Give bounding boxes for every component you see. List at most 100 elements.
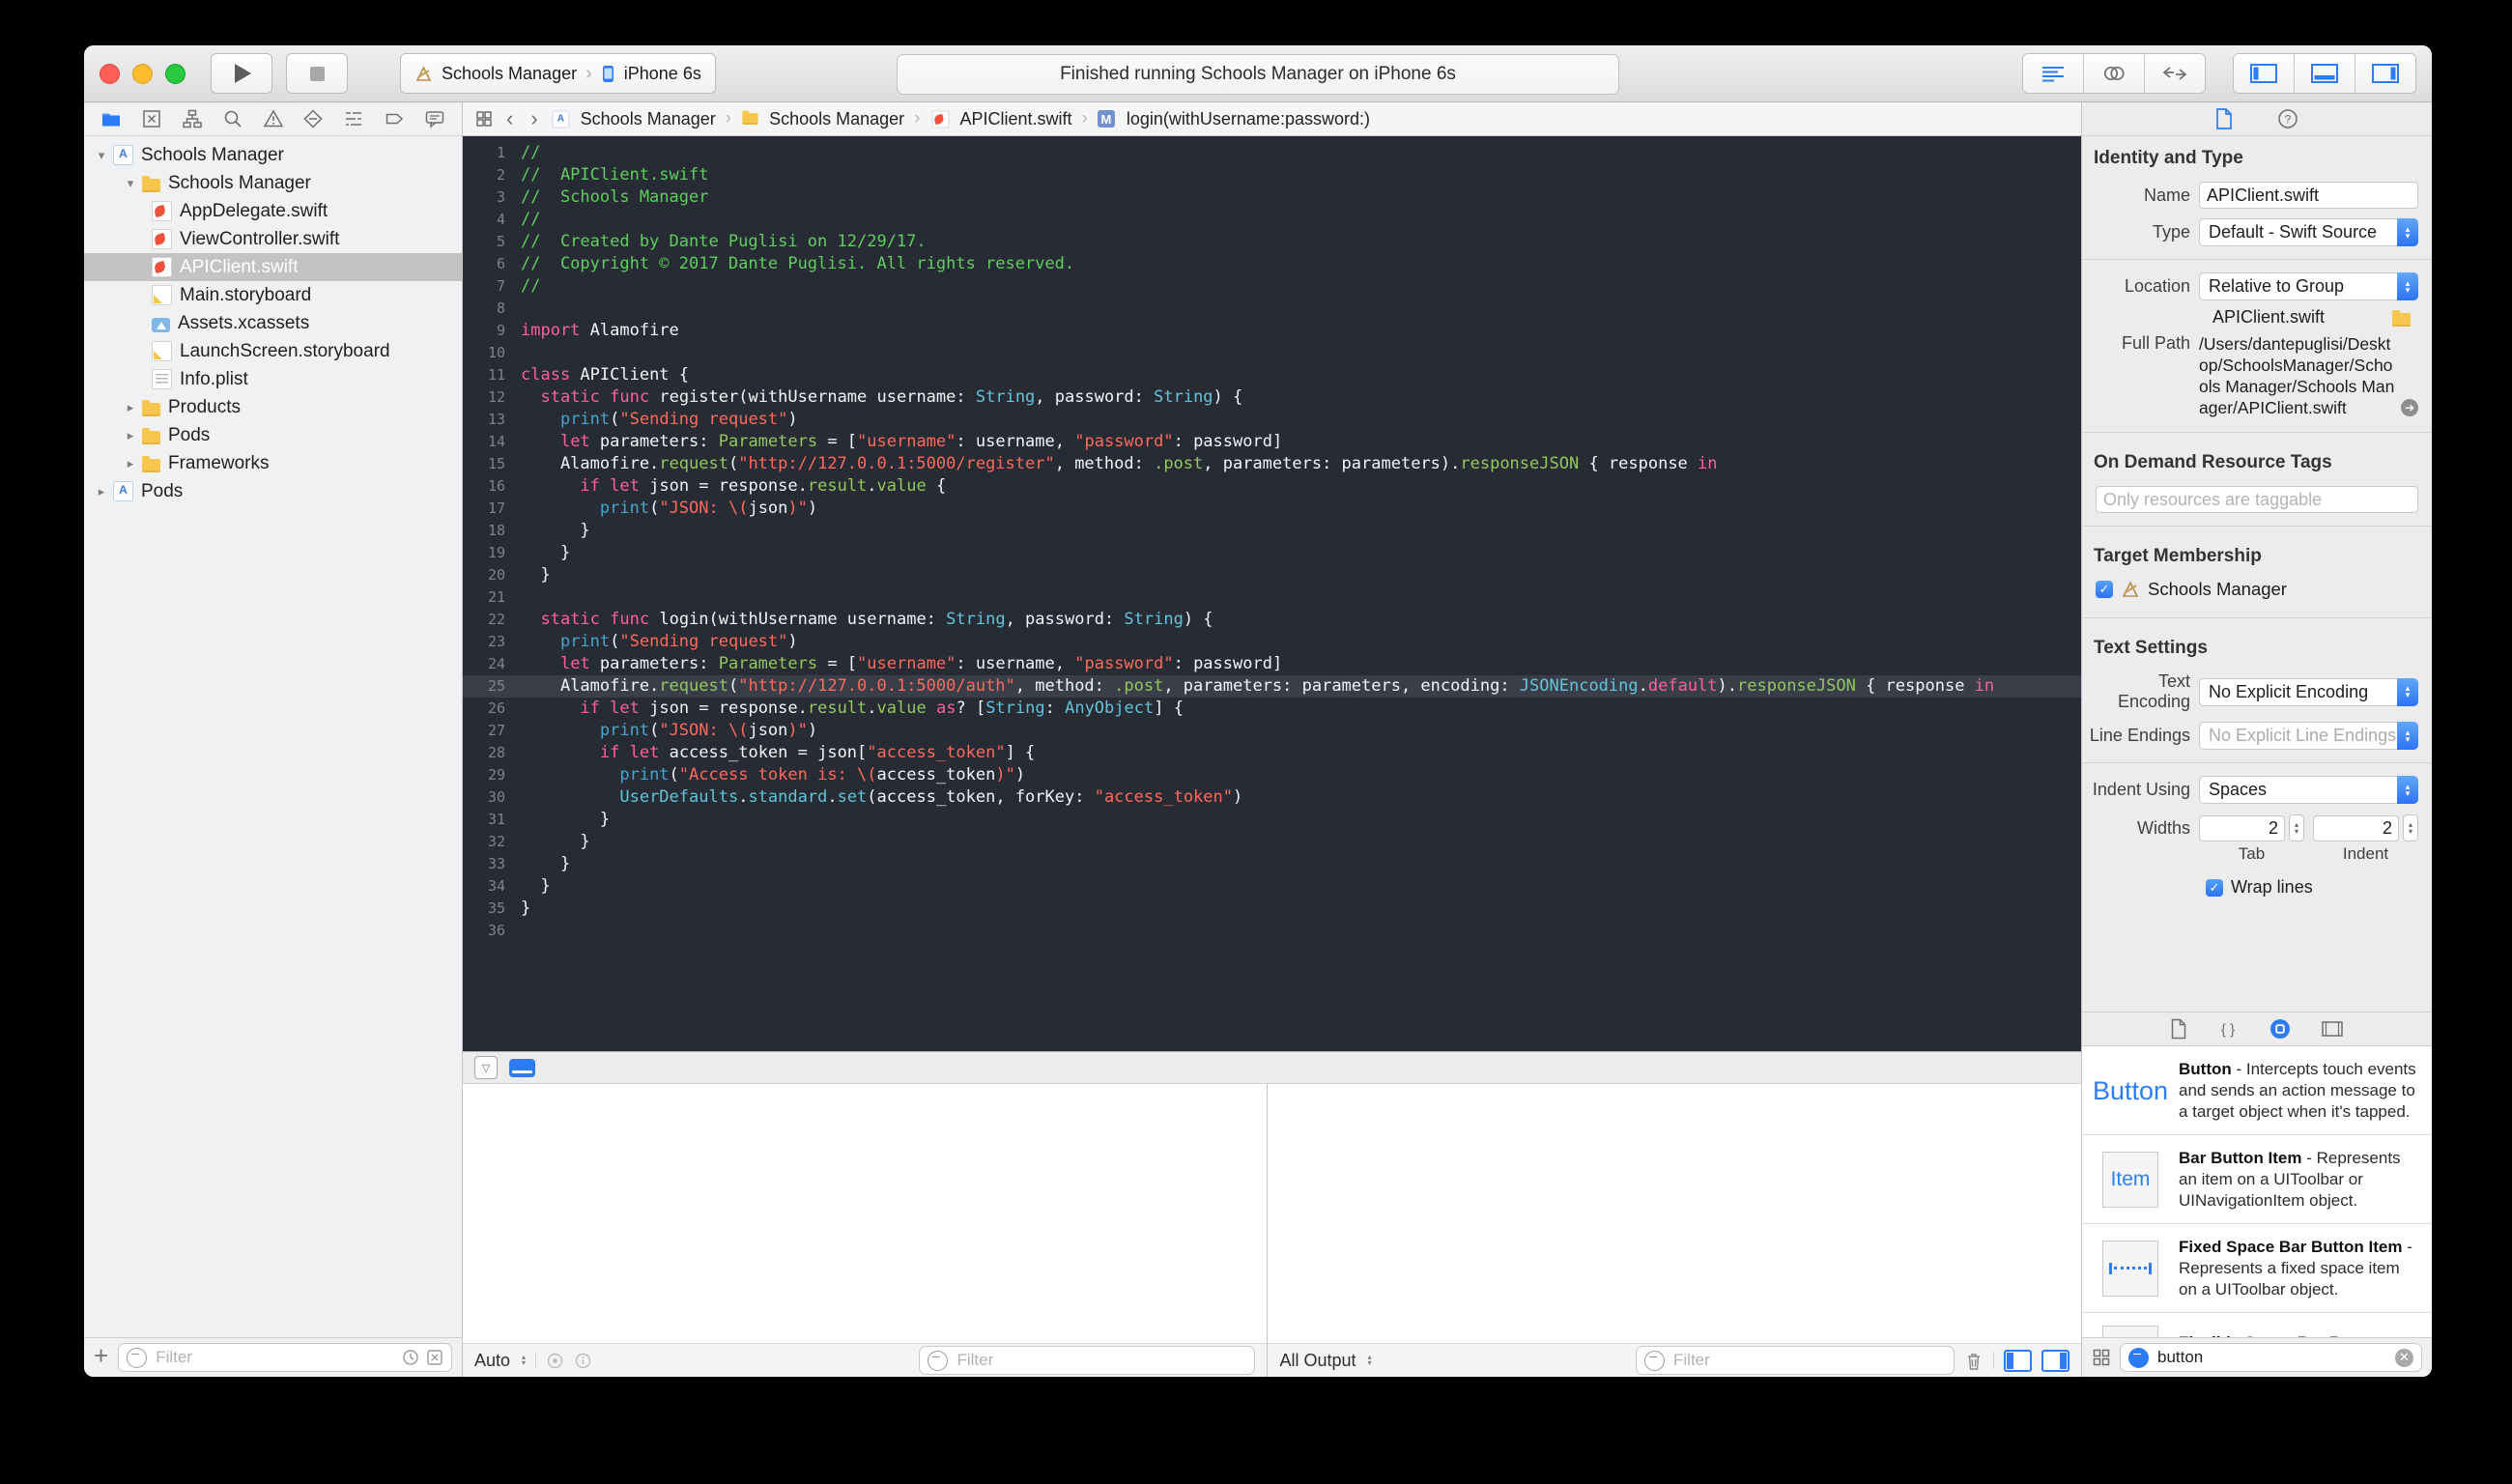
clear-console-trash-icon[interactable] [1964, 1351, 1984, 1371]
toggle-navigator-button[interactable] [2234, 54, 2294, 93]
line-endings-popup[interactable]: No Explicit Line Endings ▴▾ [2199, 722, 2418, 750]
code-line[interactable]: 16 if let json = response.result.value { [463, 475, 2081, 498]
line-number[interactable]: 14 [463, 431, 521, 453]
tree-item-pods-project[interactable]: ▸ Pods [84, 477, 462, 505]
code-line[interactable]: 13 print("Sending request") [463, 409, 2081, 431]
file-inspector-tab-icon[interactable] [2214, 107, 2234, 130]
info-icon[interactable] [574, 1352, 592, 1370]
code-line[interactable]: 25 Alamofire.request("http://127.0.0.1:5… [463, 675, 2081, 698]
code-line[interactable]: 5// Created by Dante Puglisi on 12/29/17… [463, 231, 2081, 253]
toggle-debug-area-button[interactable] [2294, 54, 2355, 93]
code-snippet-library-icon[interactable]: { } [2216, 1018, 2240, 1040]
line-number[interactable]: 2 [463, 164, 521, 186]
tree-item-products[interactable]: ▸ Products [84, 393, 462, 421]
find-navigator-tab[interactable] [221, 107, 244, 130]
line-number[interactable]: 11 [463, 364, 521, 386]
indent-width-field[interactable]: 2 [2313, 815, 2399, 842]
variables-view-content[interactable] [463, 1084, 1267, 1343]
forward-button[interactable]: › [526, 108, 542, 129]
wrap-lines-checkbox[interactable]: ✓ [2206, 879, 2223, 897]
library-search-input[interactable] [2155, 1347, 2388, 1368]
console-output[interactable] [1268, 1084, 2081, 1343]
code-line[interactable]: 20 } [463, 564, 2081, 586]
close-window-button[interactable] [100, 64, 120, 84]
line-number[interactable]: 30 [463, 786, 521, 809]
breakpoint-navigator-tab[interactable] [383, 107, 406, 130]
line-number[interactable]: 21 [463, 586, 521, 609]
code-line[interactable]: 33 } [463, 853, 2081, 875]
tree-item-apiclient-selected[interactable]: APIClient.swift [84, 253, 462, 281]
library-item-button[interactable]: Button Button - Intercepts touch events … [2082, 1046, 2432, 1135]
location-popup[interactable]: Relative to Group ▴▾ [2199, 272, 2418, 300]
console-filter-input[interactable] [1671, 1350, 1946, 1371]
tree-item-pods-group[interactable]: ▸ Pods [84, 421, 462, 449]
code-line[interactable]: 29 print("Access token is: \(access_toke… [463, 764, 2081, 786]
library-item-bar-button-item[interactable]: Item Bar Button Item - Represents an ite… [2082, 1135, 2432, 1224]
disclosure-triangle[interactable]: ▾ [121, 176, 140, 191]
related-items-icon[interactable] [474, 109, 494, 128]
tree-item-viewcontroller[interactable]: ViewController.swift [84, 225, 462, 253]
symbol-navigator-tab[interactable] [181, 107, 204, 130]
code-line[interactable]: 6// Copyright © 2017 Dante Puglisi. All … [463, 253, 2081, 275]
line-number[interactable]: 28 [463, 742, 521, 764]
tree-item-assets[interactable]: Assets.xcassets [84, 309, 462, 337]
disclosure-triangle[interactable]: ▸ [121, 428, 140, 443]
tree-item-group[interactable]: ▾ Schools Manager [84, 169, 462, 197]
stop-button[interactable] [286, 53, 348, 94]
disclosure-triangle[interactable]: ▸ [121, 456, 140, 471]
jumpbar-crumb-group[interactable]: Schools Manager [769, 109, 904, 129]
variables-filter-input[interactable] [955, 1350, 1246, 1371]
target-checkbox[interactable]: ✓ [2096, 581, 2113, 598]
quicklook-eye-icon[interactable] [546, 1352, 564, 1370]
tree-item-frameworks[interactable]: ▸ Frameworks [84, 449, 462, 477]
line-number[interactable]: 5 [463, 231, 521, 253]
report-navigator-tab[interactable] [423, 107, 446, 130]
line-number[interactable]: 18 [463, 520, 521, 542]
line-number[interactable]: 26 [463, 698, 521, 720]
run-button[interactable] [211, 53, 272, 94]
line-number[interactable]: 9 [463, 320, 521, 342]
source-control-status-icon[interactable] [426, 1349, 443, 1366]
jumpbar-crumb-project[interactable]: Schools Manager [581, 109, 716, 129]
code-line[interactable]: 11class APIClient { [463, 364, 2081, 386]
navigator-filter-field[interactable] [118, 1343, 452, 1372]
line-number[interactable]: 4 [463, 209, 521, 231]
code-line[interactable]: 24 let parameters: Parameters = ["userna… [463, 653, 2081, 675]
code-line[interactable]: 36 [463, 920, 2081, 942]
code-line[interactable]: 12 static func register(withUsername use… [463, 386, 2081, 409]
code-line[interactable]: 23 print("Sending request") [463, 631, 2081, 653]
jumpbar-crumb-symbol[interactable]: login(withUsername:password:) [1127, 109, 1370, 129]
line-number[interactable]: 25 [463, 675, 521, 698]
tree-item-appdelegate[interactable]: AppDelegate.swift [84, 197, 462, 225]
tree-item-project[interactable]: ▾ Schools Manager [84, 141, 462, 169]
line-number[interactable]: 35 [463, 898, 521, 920]
line-number[interactable]: 10 [463, 342, 521, 364]
library-item-flexible-space[interactable]: Flexible Space Bar Button Item [2082, 1313, 2432, 1337]
debug-navigator-tab[interactable] [342, 107, 365, 130]
line-number[interactable]: 16 [463, 475, 521, 498]
indent-using-popup[interactable]: Spaces ▴▾ [2199, 776, 2418, 804]
indent-width-stepper[interactable]: ▴▾ [2403, 814, 2418, 842]
line-number[interactable]: 31 [463, 809, 521, 831]
line-number[interactable]: 12 [463, 386, 521, 409]
choose-location-folder-icon[interactable] [2392, 313, 2411, 327]
line-number[interactable]: 3 [463, 186, 521, 209]
code-line[interactable]: 34 } [463, 875, 2081, 898]
name-field[interactable] [2199, 182, 2418, 209]
tab-width-stepper[interactable]: ▴▾ [2289, 814, 2304, 842]
text-encoding-popup[interactable]: No Explicit Encoding ▴▾ [2199, 678, 2418, 706]
project-navigator-tab[interactable] [100, 107, 123, 130]
line-number[interactable]: 19 [463, 542, 521, 564]
standard-editor-button[interactable] [2023, 54, 2083, 93]
object-library-icon[interactable] [2269, 1017, 2292, 1041]
scheme-selector[interactable]: Schools Manager › iPhone 6s [400, 53, 716, 94]
issue-navigator-tab[interactable] [262, 107, 285, 130]
quick-help-tab-icon[interactable]: ? [2276, 107, 2299, 130]
type-popup[interactable]: Default - Swift Source ▴▾ [2199, 218, 2418, 246]
code-line[interactable]: 32 } [463, 831, 2081, 853]
line-number[interactable]: 24 [463, 653, 521, 675]
line-number[interactable]: 36 [463, 920, 521, 942]
jumpbar-crumb-file[interactable]: APIClient.swift [960, 109, 1072, 129]
code-line[interactable]: 15 Alamofire.request("http://127.0.0.1:5… [463, 453, 2081, 475]
line-number[interactable]: 29 [463, 764, 521, 786]
